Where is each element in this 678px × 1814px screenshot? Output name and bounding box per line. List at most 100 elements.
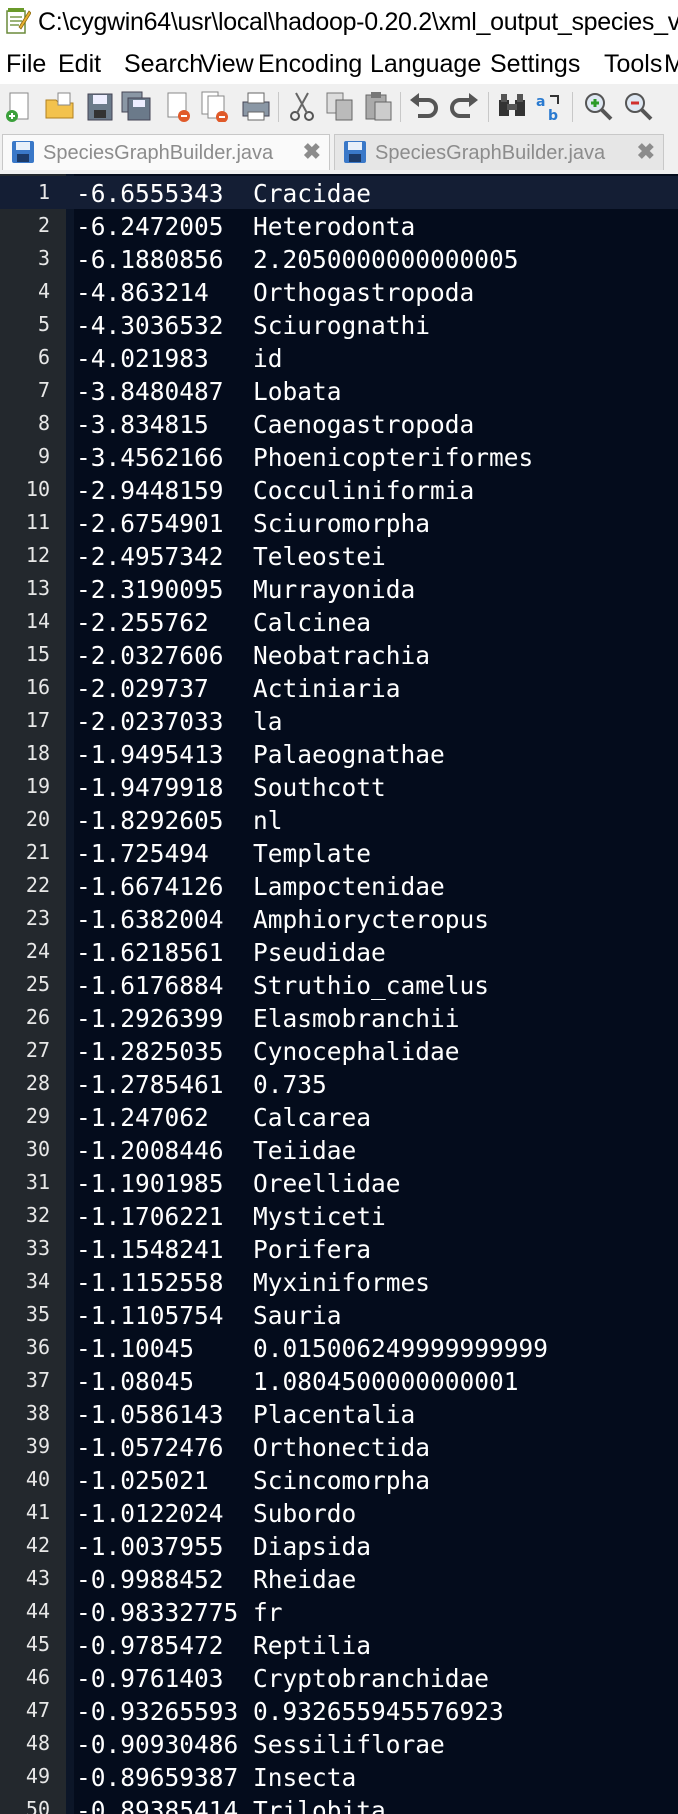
open-file-button[interactable] — [44, 90, 76, 124]
line-number: 14 — [25, 609, 50, 633]
line-text: -4.021983 id — [76, 344, 283, 373]
save-icon — [343, 140, 367, 164]
editor-line[interactable]: 4 -4.863214 Orthogastropoda — [0, 275, 678, 308]
close-all-button[interactable] — [200, 90, 232, 124]
redo-button[interactable] — [448, 90, 480, 124]
save-button[interactable] — [84, 90, 116, 124]
tab-file-1[interactable]: SpeciesGraphBuilder.java ✖ — [2, 134, 330, 170]
editor-line[interactable]: 45 -0.9785472 Reptilia — [0, 1628, 678, 1661]
editor-line[interactable]: 18 -1.9495413 Palaeognathae — [0, 737, 678, 770]
copy-button[interactable] — [324, 90, 356, 124]
line-text: -1.1706221 Mysticeti — [76, 1202, 386, 1231]
editor-line[interactable]: 24 -1.6218561 Pseudidae — [0, 935, 678, 968]
editor-line[interactable]: 46 -0.9761403 Cryptobranchidae — [0, 1661, 678, 1694]
editor-line[interactable]: 12 -2.4957342 Teleostei — [0, 539, 678, 572]
undo-button[interactable] — [408, 90, 440, 124]
editor-line[interactable]: 1 -6.6555343 Cracidae — [0, 176, 678, 209]
editor-line[interactable]: 44 -0.98332775 fr — [0, 1595, 678, 1628]
editor-line[interactable]: 26 -1.2926399 Elasmobranchii — [0, 1001, 678, 1034]
menu-m[interactable]: M — [664, 50, 678, 79]
line-text: -2.9448159 Cocculiniformia — [76, 476, 475, 505]
save-all-button[interactable] — [120, 90, 152, 124]
editor[interactable]: 1 -6.6555343 Cracidae 2 -6.2472005 Heterodo… — [0, 174, 678, 1814]
paste-button[interactable] — [362, 90, 394, 124]
editor-line[interactable]: 14 -2.255762 Calcinea — [0, 605, 678, 638]
editor-line[interactable]: 15 -2.0327606 Neobatrachia — [0, 638, 678, 671]
line-text: -2.029737 Actiniaria — [76, 674, 401, 703]
find-button[interactable] — [496, 90, 528, 124]
editor-line[interactable]: 5 -4.3036532 Sciurognathi — [0, 308, 678, 341]
editor-line[interactable]: 37 -1.08045 1.0804500000000001 — [0, 1364, 678, 1397]
editor-line[interactable]: 8 -3.834815 Caenogastropoda — [0, 407, 678, 440]
cut-button[interactable] — [286, 90, 318, 124]
editor-line[interactable]: 28 -1.2785461 0.735 — [0, 1067, 678, 1100]
menu-edit[interactable]: Edit — [58, 50, 101, 79]
line-text: -1.10045 0.015006249999999999 — [76, 1334, 549, 1363]
editor-line[interactable]: 20 -1.8292605 nl — [0, 803, 678, 836]
menu-settings[interactable]: Settings — [490, 50, 580, 79]
zoom-out-button[interactable] — [622, 90, 654, 124]
editor-line[interactable]: 36 -1.10045 0.015006249999999999 — [0, 1331, 678, 1364]
close-button[interactable] — [162, 90, 194, 124]
editor-line[interactable]: 47 -0.93265593 0.932655945576923 — [0, 1694, 678, 1727]
menu-language[interactable]: Language — [370, 50, 481, 79]
editor-line[interactable]: 32 -1.1706221 Mysticeti — [0, 1199, 678, 1232]
editor-line[interactable]: 13 -2.3190095 Murrayonida — [0, 572, 678, 605]
new-file-button[interactable] — [4, 90, 36, 124]
editor-line[interactable]: 27 -1.2825035 Cynocephalidae — [0, 1034, 678, 1067]
editor-line[interactable]: 17 -2.0237033 la — [0, 704, 678, 737]
editor-line[interactable]: 22 -1.6674126 Lampoctenidae — [0, 869, 678, 902]
line-text: -1.9495413 Palaeognathae — [76, 740, 445, 769]
line-number: 49 — [25, 1764, 50, 1788]
menu-search[interactable]: Search — [124, 50, 203, 79]
line-text: -1.0572476 Orthonectida — [76, 1433, 431, 1462]
editor-line[interactable]: 25 -1.6176884 Struthio_camelus — [0, 968, 678, 1001]
editor-line[interactable]: 42 -1.0037955 Diapsida — [0, 1529, 678, 1562]
editor-line[interactable]: 41 -1.0122024 Subordo — [0, 1496, 678, 1529]
menu-encoding[interactable]: Encoding — [258, 50, 362, 79]
editor-line[interactable]: 35 -1.1105754 Sauria — [0, 1298, 678, 1331]
editor-line[interactable]: 2 -6.2472005 Heterodonta — [0, 209, 678, 242]
editor-line[interactable]: 48 -0.90930486 Sessiliflorae — [0, 1727, 678, 1760]
editor-line[interactable]: 3 -6.1880856 2.2050000000000005 — [0, 242, 678, 275]
editor-line[interactable]: 9 -3.4562166 Phoenicopteriformes — [0, 440, 678, 473]
line-number: 39 — [25, 1434, 50, 1458]
editor-line[interactable]: 33 -1.1548241 Porifera — [0, 1232, 678, 1265]
editor-line[interactable]: 19 -1.9479918 Southcott — [0, 770, 678, 803]
close-tab-icon[interactable]: ✖ — [303, 141, 321, 163]
menu-view[interactable]: View — [200, 50, 254, 79]
editor-line[interactable]: 39 -1.0572476 Orthonectida — [0, 1430, 678, 1463]
tab-file-2[interactable]: SpeciesGraphBuilder.java ✖ — [334, 134, 664, 170]
editor-line[interactable]: 23 -1.6382004 Amphiorycteropus — [0, 902, 678, 935]
editor-line[interactable]: 43 -0.9988452 Rheidae — [0, 1562, 678, 1595]
menu-tools[interactable]: Tools — [604, 50, 662, 79]
editor-line[interactable]: 6 -4.021983 id — [0, 341, 678, 374]
title-bar: C:\cygwin64\usr\local\hadoop-0.20.2\xml_… — [0, 0, 678, 46]
editor-line[interactable]: 7 -3.8480487 Lobata — [0, 374, 678, 407]
line-number: 26 — [25, 1005, 50, 1029]
line-number: 8 — [37, 411, 50, 435]
editor-line[interactable]: 38 -1.0586143 Placentalia — [0, 1397, 678, 1430]
editor-line[interactable]: 16 -2.029737 Actiniaria — [0, 671, 678, 704]
line-number: 41 — [25, 1500, 50, 1524]
close-tab-icon[interactable]: ✖ — [637, 141, 655, 163]
editor-line[interactable]: 21 -1.725494 Template — [0, 836, 678, 869]
replace-button[interactable]: ab — [534, 90, 566, 124]
editor-line[interactable]: 29 -1.247062 Calcarea — [0, 1100, 678, 1133]
editor-line[interactable]: 50 -0.89385414 Trilobita — [0, 1793, 678, 1814]
menu-file[interactable]: File — [6, 50, 46, 79]
editor-line[interactable]: 30 -1.2008446 Teiidae — [0, 1133, 678, 1166]
print-button[interactable] — [240, 90, 272, 124]
editor-line[interactable]: 10 -2.9448159 Cocculiniformia — [0, 473, 678, 506]
toolbar-separator — [278, 92, 279, 122]
line-number: 30 — [25, 1137, 50, 1161]
editor-line[interactable]: 11 -2.6754901 Sciuromorpha — [0, 506, 678, 539]
line-text: -0.89659387 Insecta — [76, 1763, 357, 1792]
line-number: 47 — [25, 1698, 50, 1722]
editor-line[interactable]: 31 -1.1901985 Oreellidae — [0, 1166, 678, 1199]
editor-line[interactable]: 34 -1.1152558 Myxiniformes — [0, 1265, 678, 1298]
editor-line[interactable]: 40 -1.025021 Scincomorpha — [0, 1463, 678, 1496]
editor-line[interactable]: 49 -0.89659387 Insecta — [0, 1760, 678, 1793]
undo-icon — [410, 93, 438, 118]
zoom-in-button[interactable] — [582, 90, 614, 124]
